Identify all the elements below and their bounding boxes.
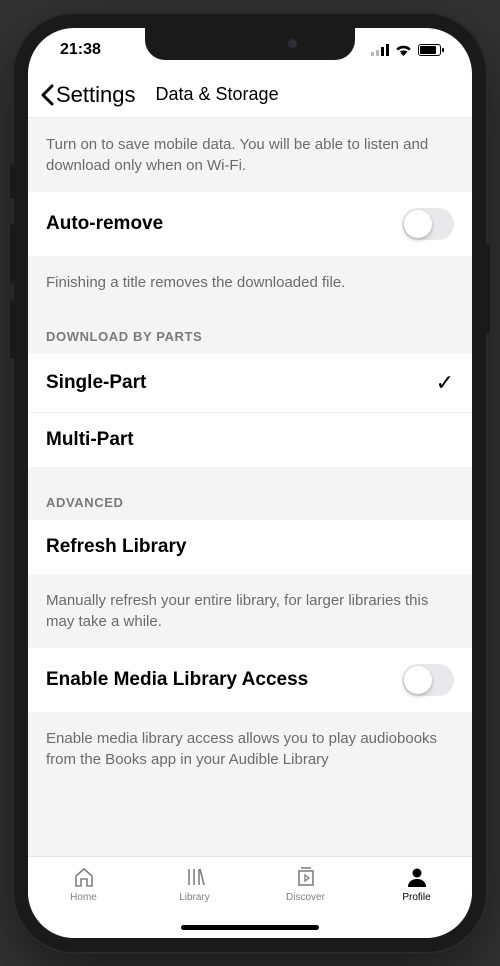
content-scroll[interactable]: Turn on to save mobile data. You will be… <box>28 118 472 856</box>
refresh-library-label: Refresh Library <box>46 536 186 558</box>
refresh-library-row[interactable]: Refresh Library <box>28 520 472 574</box>
auto-remove-row[interactable]: Auto-remove <box>28 192 472 256</box>
home-icon <box>72 865 96 889</box>
cellular-icon <box>371 44 389 56</box>
media-library-access-description: Enable media library access allows you t… <box>28 712 472 794</box>
tab-profile-label: Profile <box>402 892 430 903</box>
auto-remove-description: Finishing a title removes the downloaded… <box>28 256 472 309</box>
profile-icon <box>405 865 429 889</box>
auto-remove-toggle[interactable] <box>402 208 454 240</box>
home-indicator[interactable] <box>181 925 319 930</box>
page-title: Data & Storage <box>156 84 279 105</box>
single-part-row[interactable]: Single-Part ✓ <box>28 354 472 412</box>
auto-remove-label: Auto-remove <box>46 213 163 235</box>
chevron-left-icon <box>40 84 54 106</box>
back-button[interactable]: Settings <box>40 82 136 108</box>
wifi-only-description: Turn on to save mobile data. You will be… <box>28 118 472 192</box>
advanced-header: ADVANCED <box>28 467 472 520</box>
tab-home[interactable]: Home <box>28 865 139 938</box>
tab-library-label: Library <box>179 892 210 903</box>
media-library-access-toggle[interactable] <box>402 664 454 696</box>
navigation-bar: Settings Data & Storage <box>28 72 472 118</box>
download-parts-header: DOWNLOAD BY PARTS <box>28 309 472 354</box>
tab-home-label: Home <box>70 892 97 903</box>
library-icon <box>183 865 207 889</box>
media-library-access-label: Enable Media Library Access <box>46 669 316 691</box>
refresh-library-description: Manually refresh your entire library, fo… <box>28 574 472 648</box>
single-part-label: Single-Part <box>46 372 146 394</box>
multi-part-row[interactable]: Multi-Part <box>28 412 472 467</box>
checkmark-icon: ✓ <box>436 370 454 396</box>
back-label: Settings <box>56 82 136 108</box>
battery-icon <box>418 44 444 56</box>
wifi-icon <box>395 44 412 56</box>
media-library-access-row[interactable]: Enable Media Library Access <box>28 648 472 712</box>
status-time: 21:38 <box>60 41 101 59</box>
multi-part-label: Multi-Part <box>46 429 134 451</box>
tab-discover-label: Discover <box>286 892 325 903</box>
discover-icon <box>294 865 318 889</box>
tab-profile[interactable]: Profile <box>361 865 472 938</box>
